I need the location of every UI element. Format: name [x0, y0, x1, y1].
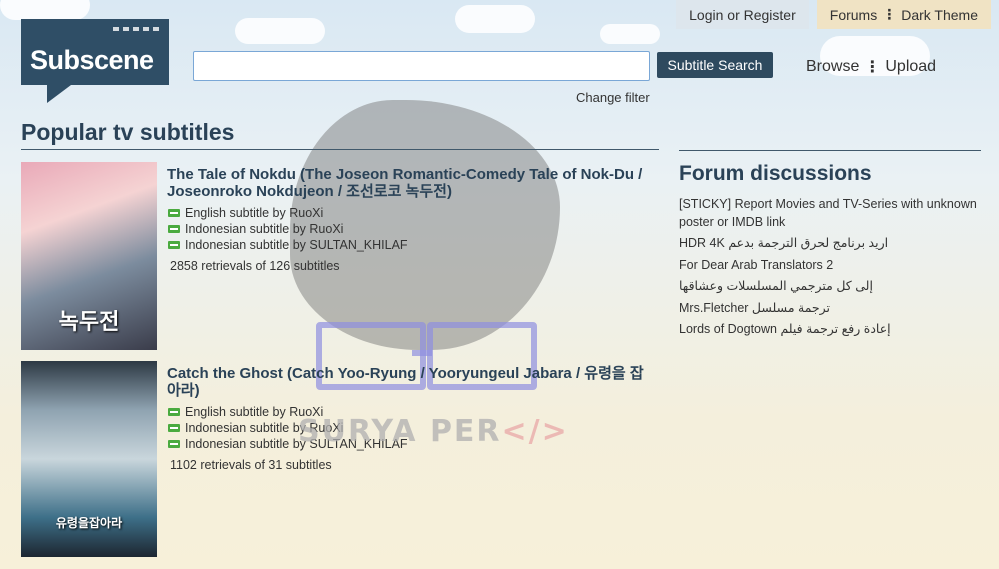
subscene-logo[interactable]: Subscene: [21, 19, 169, 103]
subtitle-icon: [168, 408, 180, 416]
forum-link[interactable]: إعادة رفع ترجمة فيلم Lords of Dogtown: [679, 321, 979, 339]
subtitle-icon: [168, 424, 180, 432]
vertical-dots-separator: ⋮: [864, 59, 881, 76]
upload-link[interactable]: Upload: [885, 58, 936, 76]
subtitle-entry[interactable]: English subtitle by RuoXi: [168, 206, 323, 220]
subtitle-icon: [168, 241, 180, 249]
subtitle-icon: [168, 225, 180, 233]
retrievals-count: 2858 retrievals of 126 subtitles: [170, 259, 340, 273]
show-poster[interactable]: 유령을잡아라: [21, 361, 157, 557]
watermark-text: SURYA PER</>: [298, 414, 569, 449]
forum-link[interactable]: اريد برنامج لحرق الترجمة بدعم HDR 4K: [679, 235, 979, 253]
show-title-link[interactable]: Catch the Ghost (Catch Yoo-Ryung / Yoory…: [167, 365, 657, 399]
watermark-name: SURYA PER: [298, 414, 502, 449]
forum-link[interactable]: For Dear Arab Translators 2: [679, 257, 979, 275]
cloud-decoration: [0, 0, 90, 20]
poster-title-text: 유령을잡아라: [55, 516, 123, 530]
forum-divider: [679, 150, 981, 151]
subtitle-icon: [168, 440, 180, 448]
cloud-decoration: [455, 5, 535, 33]
cloud-decoration: [600, 24, 660, 44]
show-title-link[interactable]: The Tale of Nokdu (The Joseon Romantic-C…: [167, 166, 657, 200]
change-filter-link[interactable]: Change filter: [576, 90, 650, 105]
forum-link[interactable]: إلى كل مترجمي المسلسلات وعشاقها: [679, 278, 979, 296]
logo-text: Subscene: [30, 45, 154, 75]
login-register-label: Login or Register: [689, 6, 796, 23]
forum-section-title: Forum discussions: [679, 162, 872, 185]
subtitle-entry-label: Indonesian subtitle by SULTAN_KHILAF: [185, 238, 408, 252]
logo-speech-tail: [47, 85, 71, 103]
browse-upload-nav: Browse ⋮ Upload: [806, 57, 936, 77]
login-register-link[interactable]: Login or Register: [676, 0, 809, 29]
cloud-decoration: [235, 18, 325, 44]
subtitle-search-button[interactable]: Subtitle Search: [657, 52, 773, 78]
section-divider: [21, 149, 659, 150]
subtitle-icon: [168, 209, 180, 217]
subtitle-entry[interactable]: Indonesian subtitle by SULTAN_KHILAF: [168, 238, 408, 252]
poster-title-text: 녹두전: [58, 310, 120, 335]
forum-list: [STICKY] Report Movies and TV-Series wit…: [679, 196, 979, 343]
show-poster[interactable]: 녹두전: [21, 162, 157, 350]
subtitle-entry-label: Indonesian subtitle by RuoXi: [185, 222, 344, 236]
search-input[interactable]: [193, 51, 650, 81]
vertical-dots-separator: ⋮: [882, 6, 897, 22]
watermark-code-symbol: </>: [501, 414, 569, 449]
dark-theme-link[interactable]: Dark Theme: [901, 7, 978, 23]
subtitle-entry-label: English subtitle by RuoXi: [185, 206, 324, 220]
forums-theme-box: Forums ⋮ Dark Theme: [816, 0, 991, 29]
forum-link[interactable]: [STICKY] Report Movies and TV-Series wit…: [679, 196, 979, 231]
popular-section-title: Popular tv subtitles: [21, 119, 235, 145]
top-navigation: Login or Register Forums ⋮ Dark Theme: [676, 0, 991, 29]
logo-dots: [113, 27, 159, 31]
forums-link[interactable]: Forums: [830, 7, 877, 23]
retrievals-count: 1102 retrievals of 31 subtitles: [170, 458, 332, 472]
subtitle-entry[interactable]: Indonesian subtitle by RuoXi: [168, 222, 343, 236]
forum-link[interactable]: ترجمة مسلسل Mrs.Fletcher: [679, 300, 979, 318]
browse-link[interactable]: Browse: [806, 58, 859, 76]
